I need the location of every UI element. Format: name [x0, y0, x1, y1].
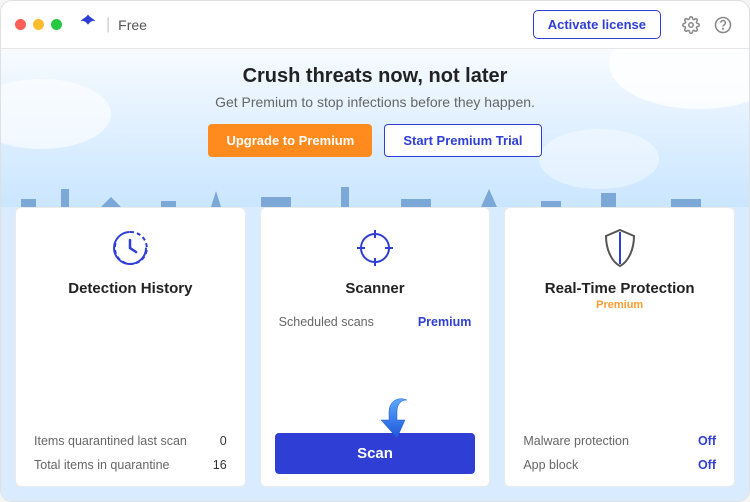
settings-button[interactable]	[679, 13, 703, 37]
toggle-status[interactable]: Off	[698, 458, 716, 472]
window-controls	[15, 19, 62, 30]
history-icon	[108, 226, 152, 270]
row-value: 0	[220, 434, 227, 448]
help-button[interactable]	[711, 13, 735, 37]
premium-badge: Premium	[596, 299, 643, 311]
crosshair-icon	[353, 226, 397, 270]
card-title: Scanner	[345, 280, 404, 297]
history-row-total: Total items in quarantine 16	[34, 458, 227, 472]
realtime-protection-card[interactable]: Real-Time Protection Premium Malware pro…	[504, 207, 735, 487]
activate-license-button[interactable]: Activate license	[533, 10, 661, 39]
scan-button[interactable]: Scan	[275, 433, 476, 474]
zoom-window-button[interactable]	[51, 19, 62, 30]
plan-label: Free	[118, 17, 147, 33]
detection-history-card[interactable]: Detection History Items quarantined last…	[15, 207, 246, 487]
premium-link[interactable]: Premium	[418, 315, 472, 329]
brand: | Free	[78, 13, 147, 36]
row-label: App block	[523, 458, 578, 472]
close-window-button[interactable]	[15, 19, 26, 30]
row-label: Scheduled scans	[279, 315, 374, 329]
scanner-card[interactable]: Scanner Scheduled scans Premium Sca	[260, 207, 491, 487]
row-label: Items quarantined last scan	[34, 434, 187, 448]
start-trial-button[interactable]: Start Premium Trial	[384, 124, 541, 157]
realtime-row-appblock: App block Off	[523, 458, 716, 472]
upgrade-premium-button[interactable]: Upgrade to Premium	[208, 124, 372, 157]
toggle-status[interactable]: Off	[698, 434, 716, 448]
divider: |	[106, 16, 110, 34]
row-label: Total items in quarantine	[34, 458, 170, 472]
row-value: 16	[213, 458, 227, 472]
hero-banner: Crush threats now, not later Get Premium…	[1, 49, 749, 219]
shield-icon	[598, 226, 642, 270]
app-window: | Free Activate license Crush threats no…	[0, 0, 750, 502]
logo-icon	[78, 13, 98, 36]
realtime-row-malware: Malware protection Off	[523, 434, 716, 448]
dashboard-cards: Detection History Items quarantined last…	[1, 207, 749, 501]
history-row-last-scan: Items quarantined last scan 0	[34, 434, 227, 448]
card-title: Detection History	[68, 280, 192, 297]
card-title: Real-Time Protection	[545, 280, 695, 297]
minimize-window-button[interactable]	[33, 19, 44, 30]
scanner-row-scheduled: Scheduled scans Premium	[279, 315, 472, 329]
row-label: Malware protection	[523, 434, 629, 448]
titlebar: | Free Activate license	[1, 1, 749, 49]
